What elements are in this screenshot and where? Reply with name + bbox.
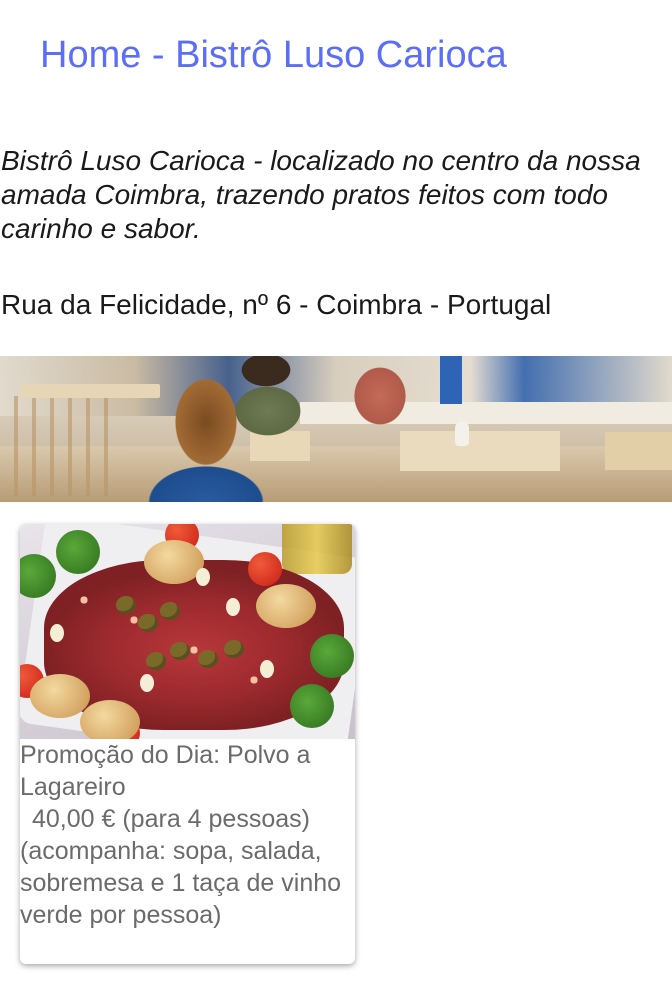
promo-description: Promoção do Dia: Polvo a Lagareiro 40,00… xyxy=(20,739,355,931)
daily-promo-card[interactable]: Promoção do Dia: Polvo a Lagareiro 40,00… xyxy=(20,524,355,964)
promo-price: 40,00 € (para 4 pessoas) xyxy=(32,805,310,833)
promo-includes: (acompanha: sopa, salada, sobremesa e 1 … xyxy=(20,837,342,929)
restaurant-tagline: Bistrô Luso Carioca - localizado no cent… xyxy=(1,145,641,244)
page-title[interactable]: Home - Bistrô Luso Carioca xyxy=(40,32,507,78)
promo-title: Promoção do Dia: Polvo a Lagareiro xyxy=(20,741,311,801)
restaurant-address: Rua da Felicidade, nº 6 - Coimbra - Port… xyxy=(1,289,552,320)
polvo-dish-image xyxy=(20,524,355,739)
restaurant-interior-image xyxy=(0,356,672,502)
page: Home - Bistrô Luso Carioca Bistrô Luso C… xyxy=(0,0,672,984)
